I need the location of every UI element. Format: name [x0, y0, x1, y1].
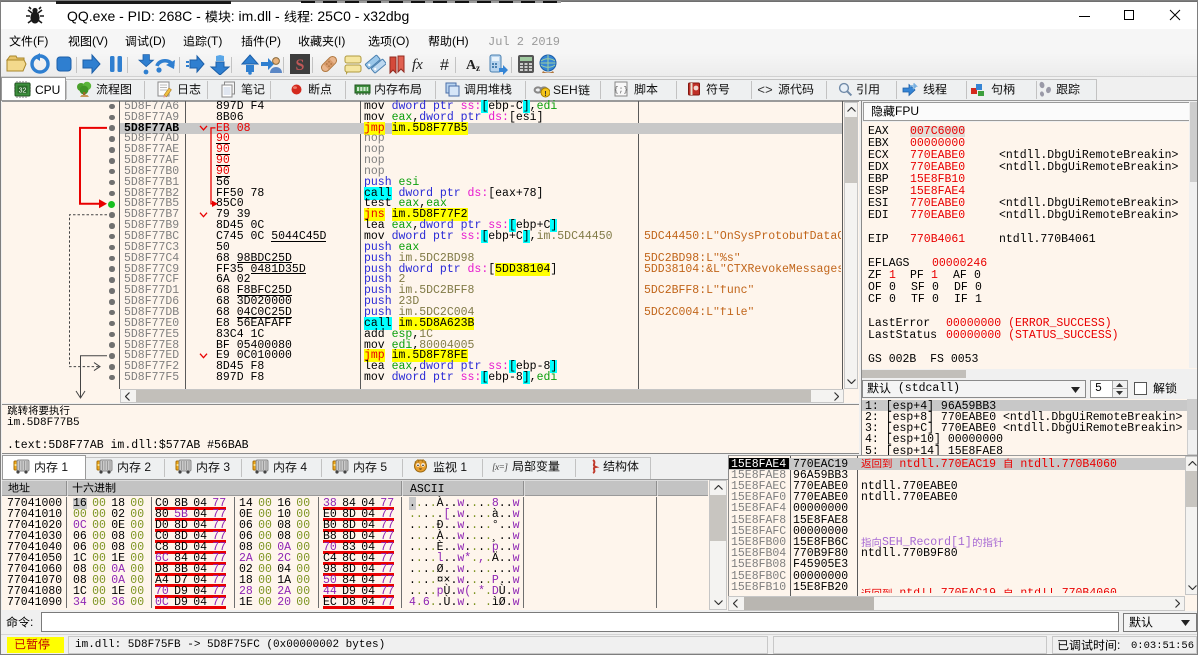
svg-text:z: z — [476, 63, 480, 73]
svg-text:#: # — [440, 57, 449, 74]
svg-text:S: S — [296, 57, 305, 74]
svg-text:<>: <> — [757, 83, 773, 98]
svg-text:fx: fx — [412, 57, 423, 73]
svg-text:{;}: {;} — [614, 86, 628, 95]
svg-text:32: 32 — [19, 88, 27, 95]
svg-text:!: ! — [544, 89, 547, 98]
svg-text:[x=]: [x=] — [492, 463, 508, 473]
